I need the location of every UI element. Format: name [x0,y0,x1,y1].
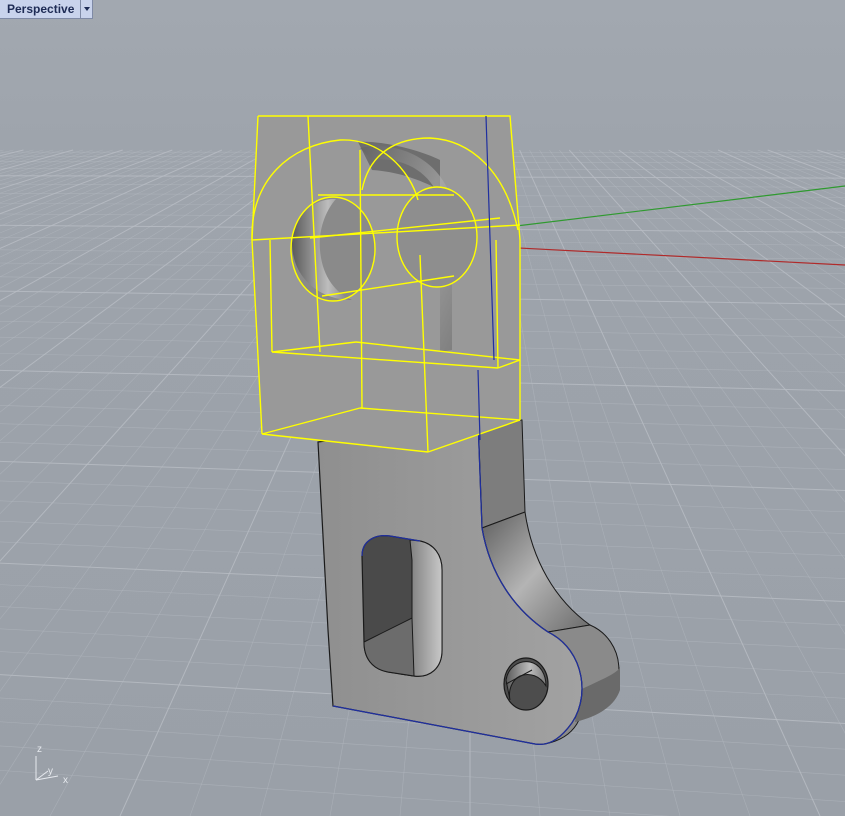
grid-line [568,149,845,457]
grid-line [678,149,845,239]
grid-line [717,149,845,207]
grid-line [727,149,845,201]
perspective-viewport[interactable]: Perspective z y x [0,0,845,816]
grid-line [817,149,845,160]
grid-line [0,745,845,802]
triad-y-label: y [48,766,53,777]
grid-line [797,149,845,167]
grid-line [559,149,845,503]
viewport-menu-button[interactable] [80,0,92,18]
grid-line [0,149,252,278]
chevron-down-icon [83,7,90,11]
grid-line [608,149,845,338]
grid-line [787,149,845,171]
world-y-axis [499,185,845,229]
grid-line [708,149,845,214]
bracket-part[interactable] [317,419,621,745]
viewport-title[interactable]: Perspective [0,0,80,18]
triad-z-label: z [37,744,42,755]
grid-line [767,149,845,180]
grid-line [0,149,292,330]
grid-line [757,149,845,184]
grid-line [807,149,845,163]
grid-line [837,149,845,153]
triad-x-label: x [63,775,68,786]
grid-line [0,149,262,289]
bracket-side-face [477,419,526,529]
grid-line [0,149,242,267]
viewport-title-tab[interactable]: Perspective [0,0,94,19]
scene-canvas[interactable]: z y x [0,0,845,816]
grid-line [747,149,845,189]
grid-line [0,149,272,302]
grid-line [628,149,845,301]
selected-block[interactable] [251,115,521,453]
grid-line [658,149,845,260]
grid-line [668,149,845,249]
grid-line [0,721,845,776]
grid-line [0,149,282,315]
